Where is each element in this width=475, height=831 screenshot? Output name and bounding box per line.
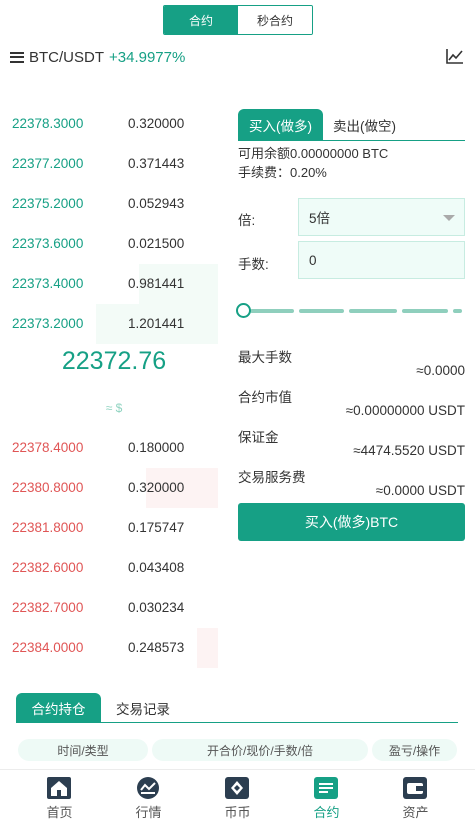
sell-row[interactable]: 22375.2000 0.052943 [10, 184, 218, 224]
buy-qty: 0.030234 [128, 600, 185, 615]
margin-value: ≈4474.5520 USDT [353, 443, 465, 458]
lots-label: 手数: [238, 257, 269, 272]
sell-price: 22373.2000 [12, 316, 84, 331]
bottom-nav: 首页 行情 币币 合约 资产 [0, 769, 475, 831]
depth-bar [197, 628, 218, 668]
nav-home[interactable]: 首页 [12, 770, 107, 831]
sell-row[interactable]: 22377.2000 0.371443 [10, 144, 218, 184]
sell-price: 22375.2000 [12, 196, 84, 211]
sell-row[interactable]: 22373.4000 0.981441 [10, 264, 218, 304]
buy-row[interactable]: 22384.0000 0.248573 [10, 628, 218, 668]
nav-label: 资产 [402, 805, 429, 820]
sell-row[interactable]: 22373.6000 0.021500 [10, 224, 218, 264]
sell-row[interactable]: 22378.3000 0.320000 [10, 104, 218, 144]
market-value-label: 合约市值 [238, 390, 292, 405]
nav-contract[interactable]: 合约 [279, 770, 374, 831]
chevron-down-icon [443, 215, 455, 221]
trade-tabs: 买入(做多) 卖出(做空) [238, 109, 465, 141]
sell-qty: 0.320000 [128, 116, 185, 131]
sell-row[interactable]: 22373.2000 1.201441 [10, 304, 218, 344]
buy-price: 22378.4000 [12, 440, 84, 455]
column-time-type: 时间/类型 [18, 739, 148, 761]
lots-input[interactable]: 0 [298, 241, 465, 279]
leverage-value: 5倍 [309, 211, 331, 226]
column-pnl-action: 盈亏/操作 [372, 739, 457, 761]
nav-label: 首页 [46, 805, 73, 820]
sell-qty: 0.021500 [128, 236, 185, 251]
nav-label: 行情 [135, 805, 162, 820]
leverage-label: 倍: [238, 213, 256, 228]
sell-price: 22373.4000 [12, 276, 84, 291]
buy-price: 22381.8000 [12, 520, 84, 535]
market-value-value: ≈0.00000000 USDT [345, 403, 465, 418]
sell-price: 22378.3000 [12, 116, 84, 131]
nav-assets[interactable]: 资产 [368, 770, 463, 831]
tab-sell-short[interactable]: 卖出(做空) [333, 109, 396, 140]
pair-header: BTC/USDT +34.9977% [10, 46, 185, 68]
buy-price: 22382.6000 [12, 560, 84, 575]
nav-label: 币币 [224, 805, 251, 820]
tab-trade-records[interactable]: 交易记录 [116, 693, 170, 722]
lots-slider[interactable] [236, 303, 462, 319]
positions-tabs: 合约持仓 交易记录 [16, 693, 458, 723]
column-price-lots: 开合价/现价/手数/倍 [152, 739, 368, 761]
buy-row[interactable]: 22378.4000 0.180000 [10, 428, 218, 468]
tab-contract[interactable]: 合约 [164, 6, 238, 34]
buy-row[interactable]: 22381.8000 0.175747 [10, 508, 218, 548]
wallet-icon [403, 777, 427, 799]
buy-qty: 0.248573 [128, 640, 185, 655]
last-price-usd: ≈ $ [105, 401, 123, 415]
tab-buy-long[interactable]: 买入(做多) [238, 109, 323, 140]
home-icon [47, 777, 71, 799]
buy-qty: 0.175747 [128, 520, 185, 535]
app-root: 合约 秒合约 BTC/USDT +34.9977% 22378.3000 0.3… [0, 0, 475, 831]
nav-label: 合约 [313, 805, 340, 820]
contract-icon [314, 777, 338, 799]
tab-second-contract[interactable]: 秒合约 [238, 6, 312, 34]
service-fee-label: 交易服务费 [238, 470, 306, 485]
lots-value: 0 [309, 252, 317, 268]
buy-long-button[interactable]: 买入(做多)BTC [238, 503, 465, 541]
slider-handle[interactable] [236, 303, 251, 318]
leverage-select[interactable]: 5倍 [298, 198, 465, 236]
pair-name[interactable]: BTC/USDT [29, 49, 104, 66]
exchange-icon [225, 777, 249, 799]
buy-qty: 0.043408 [128, 560, 185, 575]
max-lots-value: ≈0.0000 [416, 363, 465, 378]
menu-icon[interactable] [10, 51, 24, 63]
nav-market[interactable]: 行情 [101, 770, 196, 831]
sell-qty: 1.201441 [128, 316, 185, 331]
fee-rate: 手续费：0.20% [238, 165, 327, 180]
buy-row[interactable]: 22380.8000 0.320000 [10, 468, 218, 508]
sell-price: 22373.6000 [12, 236, 84, 251]
available-balance: 可用余额0.00000000 BTC [238, 146, 389, 161]
max-lots-label: 最大手数 [238, 350, 292, 365]
buy-price: 22382.7000 [12, 600, 84, 615]
service-fee-value: ≈0.0000 USDT [375, 483, 465, 498]
sell-price: 22377.2000 [12, 156, 84, 171]
buy-price: 22380.8000 [12, 480, 84, 495]
pair-change: +34.9977% [109, 48, 186, 66]
mode-toggle: 合约 秒合约 [163, 5, 313, 35]
buy-row[interactable]: 22382.6000 0.043408 [10, 548, 218, 588]
buy-price: 22384.0000 [12, 640, 84, 655]
sell-qty: 0.371443 [128, 156, 185, 171]
last-price: 22372.76 [61, 347, 167, 375]
margin-label: 保证金 [238, 430, 279, 445]
tab-positions[interactable]: 合约持仓 [16, 693, 101, 722]
sell-qty: 0.981441 [128, 276, 185, 291]
sell-qty: 0.052943 [128, 196, 185, 211]
trend-chart-icon[interactable] [446, 48, 464, 64]
buy-row[interactable]: 22382.7000 0.030234 [10, 588, 218, 628]
buy-qty: 0.320000 [128, 480, 185, 495]
market-icon [137, 777, 159, 799]
nav-exchange[interactable]: 币币 [190, 770, 285, 831]
buy-qty: 0.180000 [128, 440, 185, 455]
